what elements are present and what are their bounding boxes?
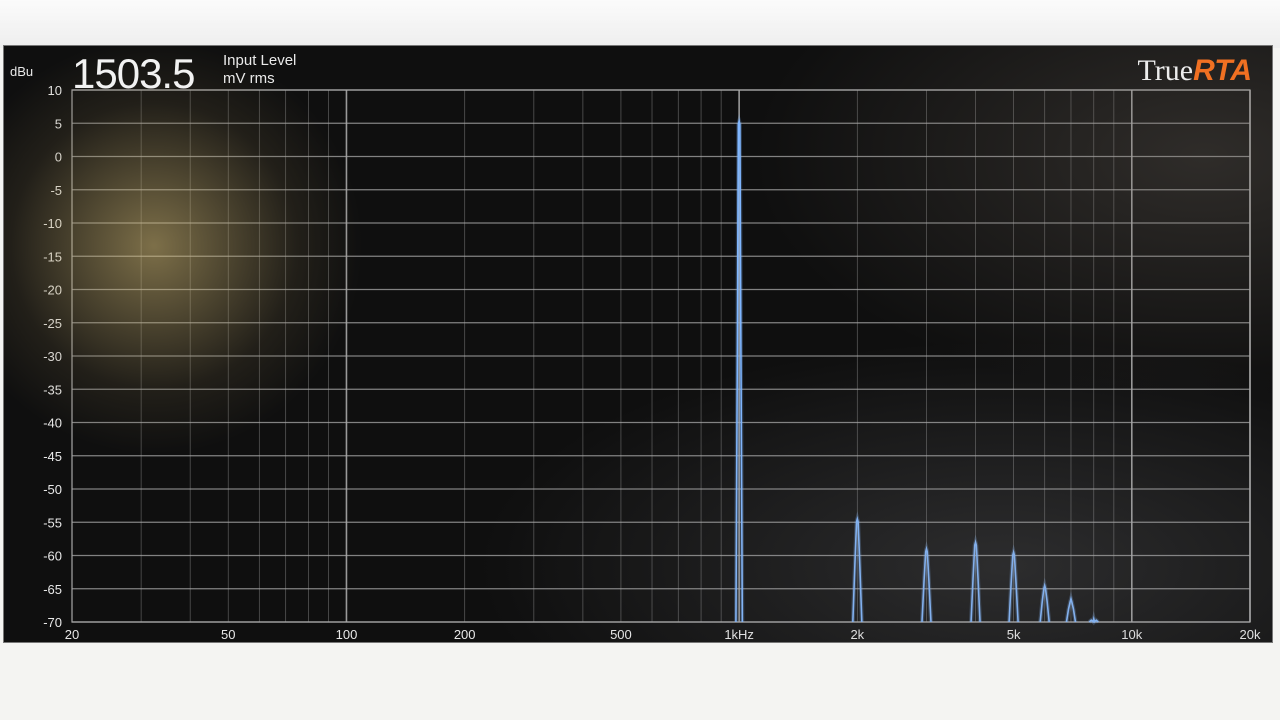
x-tick-label: 50 xyxy=(221,627,235,642)
x-tick-label: 500 xyxy=(610,627,632,642)
input-level-caption: Input Level mV rms xyxy=(223,52,296,88)
y-tick-label: -45 xyxy=(43,449,62,464)
x-tick-label: 2k xyxy=(850,627,864,642)
y-tick-label: -70 xyxy=(43,615,62,630)
x-tick-label: 1kHz xyxy=(724,627,754,642)
rta-panel: 10 5 0 -5 -10 -15 -20 -25 -30 -35 -40 -45 -50 -55 -60-… xyxy=(4,46,1272,642)
x-tick-label: 200 xyxy=(454,627,476,642)
x-tick-label: 5k xyxy=(1007,627,1021,642)
input-level-caption-line1: Input Level xyxy=(223,52,297,69)
screen-bezel xyxy=(0,0,1280,48)
input-level-caption-line2: mV rms xyxy=(223,70,275,87)
truerta-logo: TrueRTA xyxy=(1138,54,1252,88)
y-tick-label: 5 xyxy=(55,116,62,131)
y-tick-label: -65 xyxy=(43,582,62,597)
y-tick-label: -15 xyxy=(43,249,62,264)
y-tick-label: 10 xyxy=(48,83,62,98)
y-tick-label: -10 xyxy=(43,216,62,231)
x-axis-ticks: 20 50 100 200 500 1kHz 2k 5k 10k 20k xyxy=(65,627,1261,642)
y-tick-label: -30 xyxy=(43,349,62,364)
y-axis-ticks: 10 5 0 -5 -10 -15 -20 -25 -30 -35 -40 -45 -50 -55 -60 -… xyxy=(43,83,62,630)
y-tick-label: -35 xyxy=(43,382,62,397)
logo-rta: RTA xyxy=(1193,54,1252,87)
y-tick-label: -60 xyxy=(43,549,62,564)
spectrum-chart: 1050-5-10-15-20-25-30-35-40-45-50-55-60-… xyxy=(43,83,1261,642)
chart-grid xyxy=(71,89,1251,623)
y-tick-label: 0 xyxy=(55,150,62,165)
y-tick-label: -5 xyxy=(50,183,62,198)
x-tick-label: 10k xyxy=(1121,627,1142,642)
y-tick-label: -55 xyxy=(43,515,62,530)
y-tick-label: -25 xyxy=(43,316,62,331)
y-tick-label: -40 xyxy=(43,416,62,431)
x-tick-label: 20 xyxy=(65,627,79,642)
logo-true: True xyxy=(1137,54,1194,87)
y-axis-unit-label: dBu xyxy=(10,64,34,79)
input-level-readout: 1503.5 xyxy=(72,50,195,97)
y-tick-label: -20 xyxy=(43,283,62,298)
x-tick-label: 100 xyxy=(336,627,358,642)
y-tick-label: -50 xyxy=(43,482,62,497)
x-tick-label: 20k xyxy=(1240,627,1261,642)
spectrum-trace xyxy=(733,113,1100,626)
